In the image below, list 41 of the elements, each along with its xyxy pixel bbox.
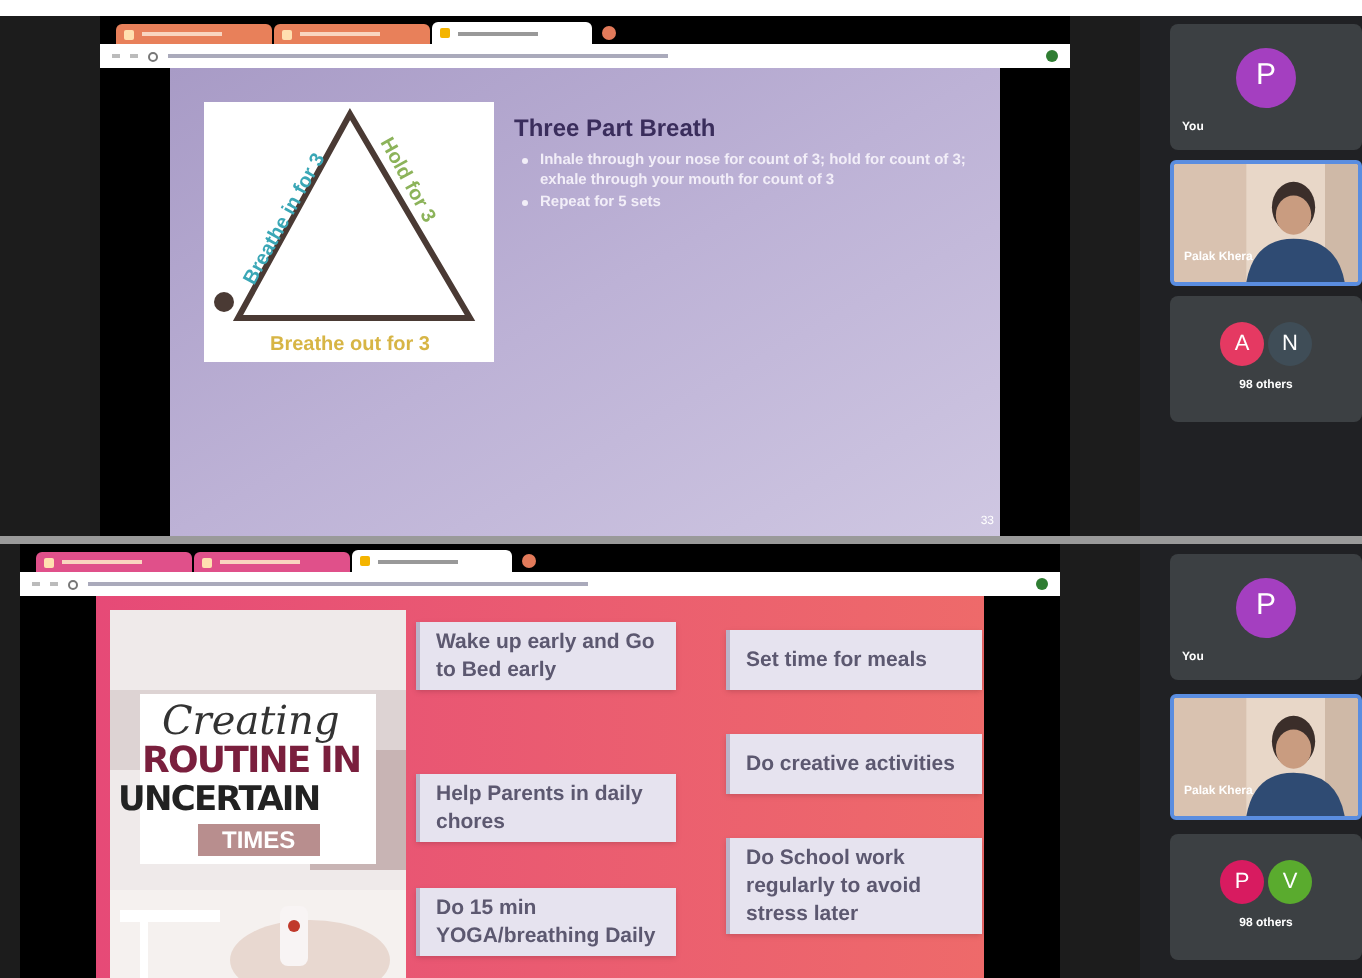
browser-tab[interactable] xyxy=(36,552,192,572)
browser-tab[interactable] xyxy=(352,550,512,572)
avatar: N xyxy=(1268,322,1312,366)
note-card: Help Parents in daily chores xyxy=(416,774,676,842)
note-card: Set time for meals xyxy=(726,630,982,690)
avatar: P xyxy=(1220,860,1264,904)
favicon-icon xyxy=(44,557,54,567)
bullet-icon xyxy=(522,200,528,206)
note-card: Do 15 min YOGA/breathing Daily xyxy=(416,888,676,956)
favicon-icon xyxy=(124,29,134,39)
hold-label: Hold for 3 xyxy=(374,134,440,227)
note-card: Do creative activities xyxy=(726,734,982,794)
browser-tab[interactable] xyxy=(116,24,272,44)
favicon-icon xyxy=(440,28,450,38)
reload-icon[interactable] xyxy=(148,51,158,61)
avatar: V xyxy=(1268,860,1312,904)
bullet-icon xyxy=(522,158,528,164)
poster-badge: TIMES xyxy=(198,824,320,856)
avatar: P xyxy=(1236,577,1296,637)
breathe-out-label: Breathe out for 3 xyxy=(270,334,430,356)
triangle-icon xyxy=(232,107,476,321)
favicon-icon xyxy=(282,29,292,39)
new-tab-button[interactable] xyxy=(602,26,616,40)
slide-title: Three Part Breath xyxy=(514,114,718,142)
reload-icon[interactable] xyxy=(68,579,78,589)
profile-icon[interactable] xyxy=(1036,578,1048,590)
favicon-icon xyxy=(360,556,370,566)
new-tab-button[interactable] xyxy=(522,554,536,568)
note-card: Do School work regularly to avoid stress later xyxy=(726,838,982,934)
avatar: P xyxy=(1236,47,1296,107)
poster-script: Creating xyxy=(162,698,340,742)
profile-icon[interactable] xyxy=(1046,50,1058,62)
dot-icon xyxy=(214,292,234,312)
poster-heading: ROUTINE IN xyxy=(142,742,361,782)
browser-tab[interactable] xyxy=(274,24,430,44)
favicon-icon xyxy=(202,557,212,567)
browser-tab[interactable] xyxy=(432,22,592,44)
poster-heading: UNCERTAIN xyxy=(118,782,320,820)
note-card: Wake up early and Go to Bed early xyxy=(416,622,676,690)
avatar: A xyxy=(1220,322,1264,366)
browser-tab[interactable] xyxy=(194,552,350,572)
